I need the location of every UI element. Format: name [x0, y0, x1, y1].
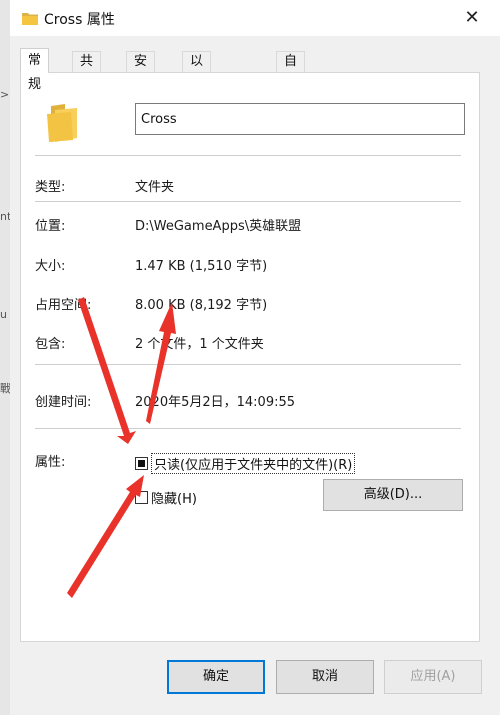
location-value: D:\WeGameApps\英雄联盟	[135, 219, 302, 234]
size-label: 大小:	[35, 259, 66, 274]
divider	[35, 364, 461, 365]
tab-sharing[interactable]: 共享	[72, 51, 102, 89]
size-value: 1.47 KB (1,510 字节)	[135, 259, 268, 274]
type-value: 文件夹	[135, 180, 175, 195]
divider	[35, 155, 461, 156]
title-bar: Cross 属性 ✕	[10, 0, 500, 36]
contains-value: 2 个文件，1 个文件夹	[135, 337, 264, 352]
hidden-label: 隐藏(H)	[151, 492, 197, 507]
ok-button[interactable]: 确定	[167, 660, 265, 694]
divider	[35, 201, 461, 202]
tab-previous-versions[interactable]: 以前的版本	[182, 51, 212, 149]
readonly-label: 只读(仅应用于文件夹中的文件)(R)	[151, 453, 356, 474]
cancel-button[interactable]: 取消	[276, 660, 374, 694]
type-label: 类型:	[35, 180, 66, 195]
close-button[interactable]: ✕	[454, 4, 490, 32]
folder-name-input[interactable]	[135, 103, 465, 135]
attributes-label: 属性:	[35, 455, 66, 470]
size-on-disk-label: 占用空间:	[35, 298, 92, 313]
advanced-button[interactable]: 高级(D)...	[323, 479, 463, 511]
tab-general[interactable]: 常规	[20, 48, 50, 92]
contains-label: 包含:	[35, 337, 66, 352]
tab-security[interactable]: 安全	[126, 51, 156, 89]
readonly-checkbox-row[interactable]: 只读(仅应用于文件夹中的文件)(R)	[135, 453, 356, 474]
size-on-disk-value: 8.00 KB (8,192 字节)	[135, 298, 268, 313]
folder-icon	[22, 13, 38, 25]
folder-icon	[47, 104, 77, 142]
created-label: 创建时间:	[35, 395, 92, 410]
created-value: 2020年5月2日，14:09:55	[135, 395, 296, 410]
properties-dialog: Cross 属性 ✕ 常规 共享 安全 以前的版本 自定义 类型: 文件夹 位置…	[10, 0, 500, 715]
hidden-checkbox-row[interactable]: 隐藏(H)	[135, 488, 197, 507]
general-tab-panel: 类型: 文件夹 位置: D:\WeGameApps\英雄联盟 大小: 1.47 …	[20, 72, 480, 642]
close-icon: ✕	[464, 7, 480, 28]
location-label: 位置:	[35, 219, 66, 234]
tab-customize[interactable]: 自定义	[276, 51, 306, 109]
divider	[35, 428, 461, 429]
window-title: Cross 属性	[44, 12, 115, 28]
apply-button[interactable]: 应用(A)	[384, 660, 482, 694]
readonly-checkbox[interactable]	[135, 457, 148, 470]
hidden-checkbox[interactable]	[135, 491, 148, 504]
